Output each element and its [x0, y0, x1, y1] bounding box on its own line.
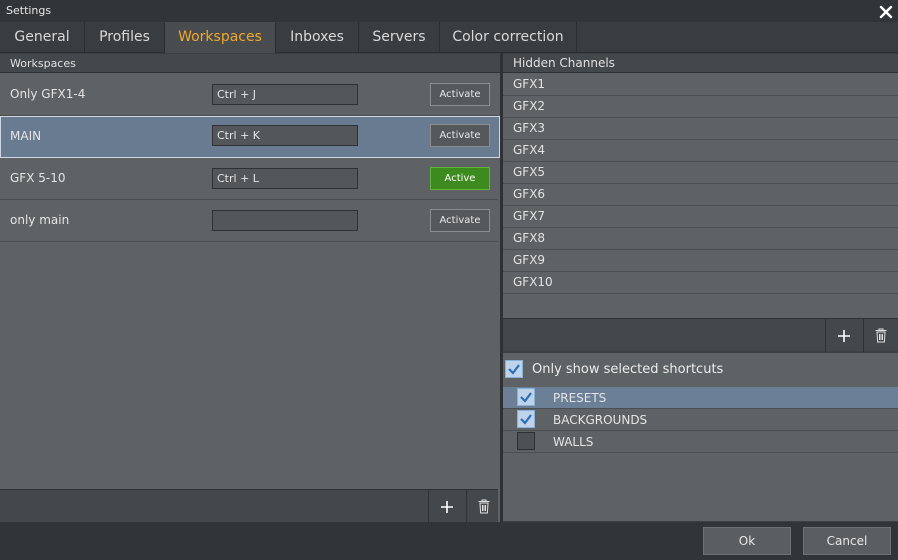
- hidden-channels-header: Hidden Channels: [503, 54, 898, 73]
- trash-icon: [875, 328, 887, 343]
- shortcut-label: WALLS: [553, 435, 594, 449]
- ok-button[interactable]: Ok: [703, 527, 791, 555]
- delete-channel-button[interactable]: [863, 319, 898, 352]
- workspaces-toolbar: [0, 489, 500, 523]
- add-channel-button[interactable]: [825, 319, 861, 352]
- tab-color-correction[interactable]: Color correction: [440, 22, 577, 53]
- channel-item[interactable]: GFX2: [503, 96, 898, 118]
- tab-bar: General Profiles Workspaces Inboxes Serv…: [0, 22, 898, 53]
- plus-icon: [440, 500, 453, 513]
- trash-icon: [478, 499, 489, 514]
- shortcut-field[interactable]: [212, 210, 358, 231]
- workspace-row[interactable]: GFX 5-10 Ctrl + L Active: [0, 158, 498, 200]
- channel-item[interactable]: GFX9: [503, 250, 898, 272]
- channel-item[interactable]: GFX10: [503, 272, 898, 294]
- plus-icon: [837, 329, 850, 342]
- delete-workspace-button[interactable]: [466, 490, 500, 523]
- tab-servers[interactable]: Servers: [359, 22, 440, 53]
- tab-general[interactable]: General: [0, 22, 85, 53]
- active-button[interactable]: Active: [430, 167, 490, 190]
- channel-item[interactable]: GFX1: [503, 74, 898, 96]
- shortcut-item[interactable]: WALLS: [503, 431, 898, 453]
- dialog-button-bar: Ok Cancel: [0, 522, 898, 560]
- workspaces-panel: Workspaces Only GFX1-4 Ctrl + J Activate…: [0, 54, 500, 522]
- channel-item[interactable]: GFX8: [503, 228, 898, 250]
- workspace-name: Only GFX1-4: [10, 87, 86, 101]
- window-title: Settings: [6, 4, 52, 17]
- shortcut-item[interactable]: PRESETS: [503, 387, 898, 409]
- only-show-checkbox[interactable]: [505, 360, 523, 378]
- check-icon: [520, 414, 532, 425]
- activate-button[interactable]: Activate: [430, 83, 490, 106]
- shortcuts-panel: Only show selected shortcuts PRESETS BAC…: [503, 353, 898, 521]
- shortcut-item[interactable]: BACKGROUNDS: [503, 409, 898, 431]
- tab-profiles[interactable]: Profiles: [85, 22, 165, 53]
- only-show-label: Only show selected shortcuts: [532, 362, 724, 377]
- shortcut-field[interactable]: Ctrl + J: [212, 84, 358, 105]
- channel-item[interactable]: GFX4: [503, 140, 898, 162]
- shortcut-label: PRESETS: [553, 391, 607, 405]
- tab-inboxes[interactable]: Inboxes: [276, 22, 359, 53]
- tab-workspaces[interactable]: Workspaces: [165, 22, 276, 53]
- activate-button[interactable]: Activate: [430, 124, 490, 147]
- check-icon: [508, 364, 520, 375]
- add-workspace-button[interactable]: [428, 490, 464, 523]
- workspace-name: only main: [10, 213, 70, 227]
- workspace-row[interactable]: only main Activate: [0, 200, 498, 242]
- shortcut-checkbox[interactable]: [517, 410, 535, 428]
- channel-item[interactable]: GFX5: [503, 162, 898, 184]
- workspace-name: MAIN: [10, 129, 42, 143]
- channel-item[interactable]: GFX3: [503, 118, 898, 140]
- shortcut-field[interactable]: Ctrl + K: [212, 125, 358, 146]
- channel-item[interactable]: GFX7: [503, 206, 898, 228]
- workspace-row-selected[interactable]: MAIN Ctrl + K Activate: [0, 116, 500, 158]
- shortcut-checkbox[interactable]: [517, 388, 535, 406]
- check-icon: [520, 392, 532, 403]
- workspace-name: GFX 5-10: [10, 171, 66, 185]
- workspaces-header: Workspaces: [0, 54, 500, 73]
- shortcut-checkbox[interactable]: [517, 432, 535, 450]
- title-bar: Settings: [0, 0, 898, 22]
- shortcut-field[interactable]: Ctrl + L: [212, 168, 358, 189]
- shortcut-label: BACKGROUNDS: [553, 413, 648, 427]
- cancel-button[interactable]: Cancel: [803, 527, 891, 555]
- close-icon[interactable]: [878, 2, 894, 20]
- hidden-channels-toolbar: [503, 318, 898, 352]
- activate-button[interactable]: Activate: [430, 209, 490, 232]
- hidden-channels-panel: Hidden Channels GFX1 GFX2 GFX3 GFX4 GFX5…: [503, 54, 898, 318]
- channel-item[interactable]: GFX6: [503, 184, 898, 206]
- workspace-row[interactable]: Only GFX1-4 Ctrl + J Activate: [0, 74, 498, 116]
- only-show-selected-row[interactable]: Only show selected shortcuts: [503, 353, 898, 386]
